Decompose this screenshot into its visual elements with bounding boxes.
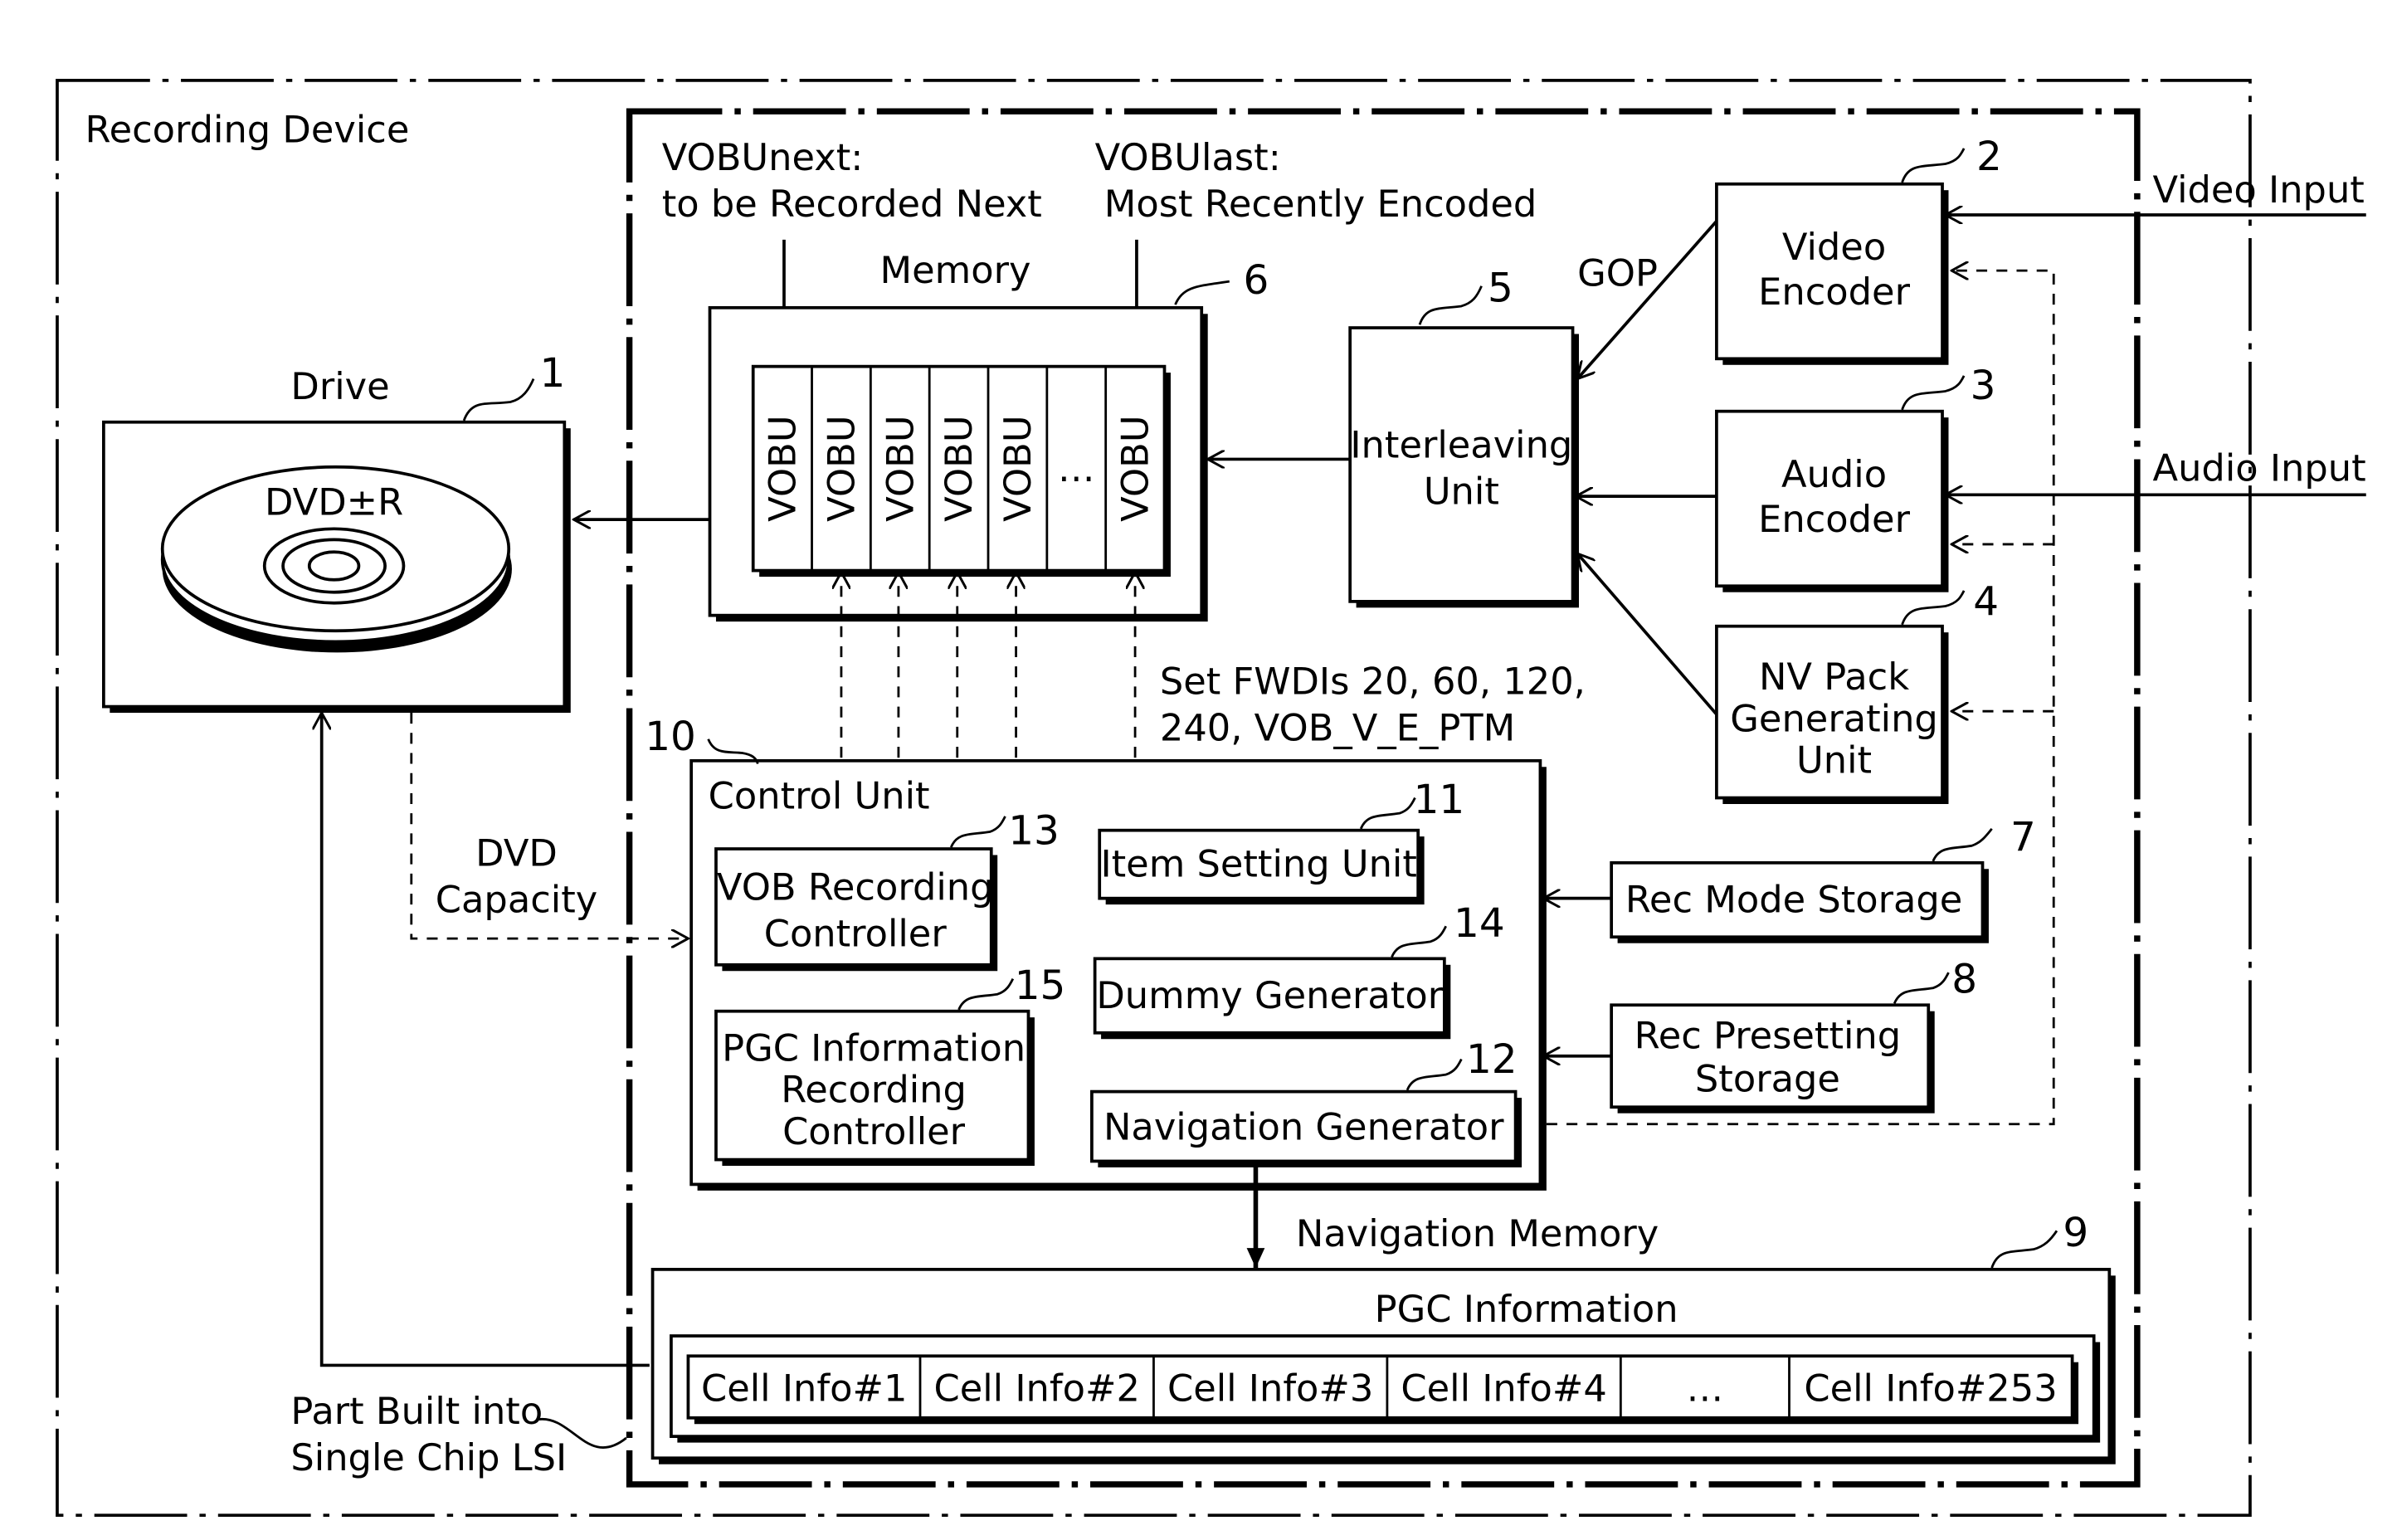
dvd-capacity-line2: Capacity [436,877,597,921]
drive-ref-number: 1 [539,350,565,397]
vob-rec-line1: VOB Recording [717,865,994,909]
item-setting-label: Item Setting Unit [1100,842,1416,886]
interleaving-label-line1: Interleaving [1350,423,1572,467]
dummy-generator-label: Dummy Generator [1096,973,1443,1017]
pgc-rec-line1: PGC Information [722,1026,1026,1070]
pgc-to-drive-arrow [322,713,650,1367]
nv-pack-ref-leader [1901,590,1966,626]
control-unit-label: Control Unit [709,774,930,818]
navigation-generator-label: Navigation Generator [1103,1104,1504,1148]
fwdi-label-line2: 240, VOB_V_E_PTM [1160,706,1515,750]
drive-ref-leader [462,378,535,422]
vobu-cell: VOBU [996,415,1040,521]
nv-pack-line1: NV Pack [1759,655,1909,699]
pgc-rec-line2: Recording [781,1068,967,1112]
cell-info-entry: Cell Info#4 [1401,1366,1606,1410]
nv-pack-line3: Unit [1796,738,1872,782]
vobu-next-label-line1: VOBUnext: [662,135,864,179]
video-input-label: Video Input [2153,168,2365,212]
rec-preset-ref-leader [1893,972,1950,1004]
nv-pack-ref-number: 4 [1973,579,1999,626]
nv-pack-line2: Generating [1730,696,1938,740]
interleaving-ref-number: 5 [1488,265,1513,311]
navigation-memory-label: Navigation Memory [1296,1211,1659,1255]
nvpack-to-interleaving-arrow [1577,553,1718,716]
audio-encoder-line1: Audio [1781,452,1887,496]
interleaving-ref-leader [1418,285,1483,325]
rec-mode-ref-number: 7 [2010,814,2036,860]
gop-label: GOP [1577,251,1658,295]
interleaving-unit-block [1348,326,1580,608]
vob-rec-ref-number: 13 [1008,807,1060,854]
vobu-cell: VOBU [819,415,863,521]
rec-preset-line2: Storage [1695,1057,1840,1101]
pgc-information-label: PGC Information [1375,1287,1678,1331]
video-encoder-line2: Encoder [1758,270,1910,314]
vobu-ellipsis: … [1058,446,1095,490]
vobu-cell: VOBU [937,415,981,521]
pgc-rec-line3: Controller [782,1109,966,1153]
audio-encoder-ref-leader [1901,375,1966,411]
vob-rec-line2: Controller [764,911,948,955]
video-encoder-line1: Video [1782,225,1886,269]
audio-encoder-ref-number: 3 [1971,363,1996,409]
vobu-cell: VOBU [761,415,805,521]
cell-info-entry: Cell Info#2 [934,1366,1140,1410]
vobu-cell: VOBU [878,415,922,521]
cell-info-ellipsis: … [1687,1366,1724,1410]
nav-gen-ref-number: 12 [1466,1036,1518,1083]
memory-ref-leader [1174,280,1230,305]
video-encoder-ref-number: 2 [1976,134,2002,180]
video-encoder-ref-leader [1901,148,1966,183]
audio-encoder-line2: Encoder [1758,497,1910,541]
dummy-gen-ref-number: 14 [1454,900,1505,947]
recording-device-label: Recording Device [85,107,410,151]
disc-label: DVD±R [265,480,403,524]
dvd-capacity-line1: DVD [475,831,558,875]
rec-preset-line1: Rec Presetting [1635,1013,1902,1057]
vobu-cell: VOBU [1113,415,1157,521]
nav-memory-ref-leader [1990,1230,2058,1269]
pgc-rec-ref-number: 15 [1015,962,1066,1009]
interleaving-label-line2: Unit [1424,469,1499,513]
nav-memory-ref-number: 9 [2063,1210,2088,1256]
rec-mode-storage-label: Rec Mode Storage [1625,877,1962,921]
vobu-last-label-line1: VOBUlast: [1095,135,1281,179]
audio-input-label: Audio Input [2153,446,2366,490]
cell-info-entry: Cell Info#253 [1804,1366,2057,1410]
vobu-next-label-line2: to be Recorded Next [662,182,1042,226]
drive-label: Drive [290,364,389,408]
cell-info-entry: Cell Info#3 [1167,1366,1373,1410]
memory-label: Memory [880,248,1031,292]
lsi-label-line2: Single Chip LSI [290,1435,567,1479]
video-to-interleaving-arrow [1577,220,1718,378]
vobu-last-label-line2: Most Recently Encoded [1104,182,1537,226]
recording-device-diagram: Recording Device Part Built into Single … [56,79,2366,1518]
rec-mode-ref-leader [1932,827,1993,862]
cell-info-entry: Cell Info#1 [701,1366,907,1410]
fwdi-label-line1: Set FWDIs 20, 60, 120, [1160,660,1586,704]
item-setting-ref-number: 11 [1414,777,1465,823]
rec-preset-ref-number: 8 [1951,956,1977,1002]
lsi-label-line1: Part Built into [290,1389,543,1433]
memory-ref-number: 6 [1244,257,1269,304]
control-unit-ref-number: 10 [645,714,696,760]
